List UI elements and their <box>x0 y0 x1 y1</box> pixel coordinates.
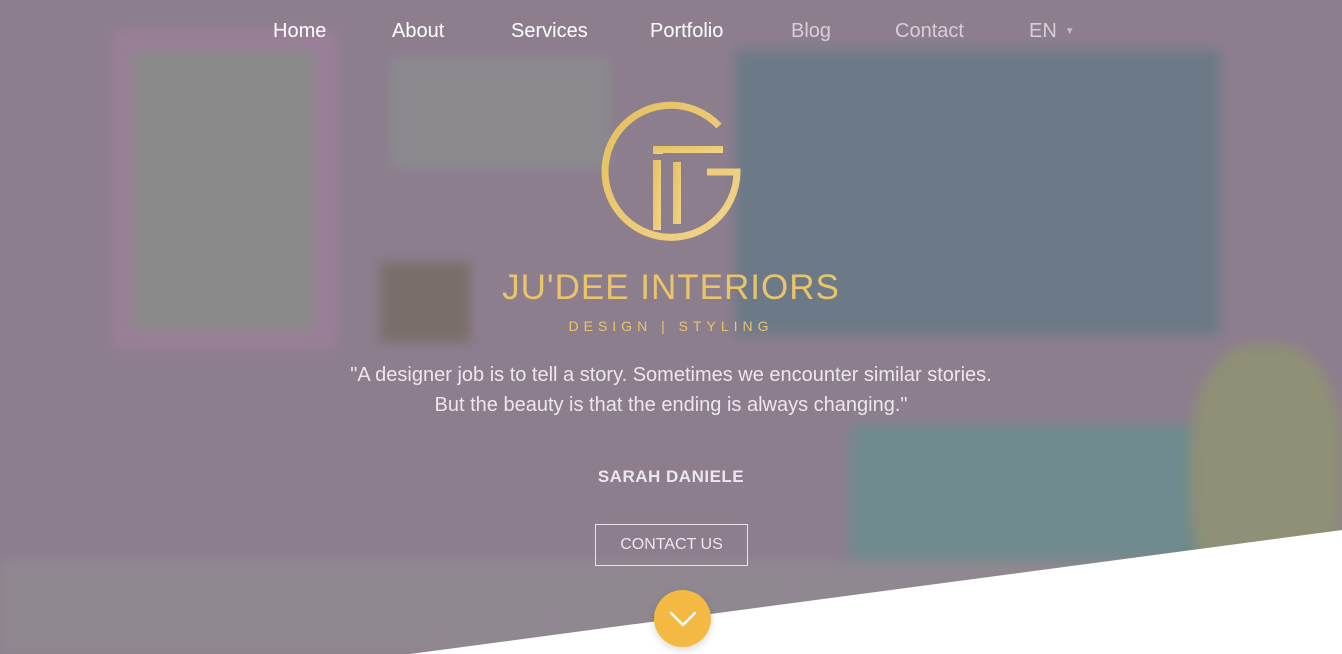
main-navigation: Home About Services Portfolio Blog Conta… <box>0 20 1342 50</box>
nav-home[interactable]: Home <box>273 20 326 43</box>
brand-tagline: DESIGN | STYLING <box>568 318 774 334</box>
chevron-down-icon <box>669 611 696 626</box>
quote-line-2: But the beauty is that the ending is alw… <box>434 394 908 416</box>
nav-blog[interactable]: Blog <box>791 20 831 43</box>
quote-line-1: "A designer job is to tell a story. Some… <box>350 364 992 386</box>
nav-services[interactable]: Services <box>511 20 588 43</box>
jd-monogram-logo <box>601 101 741 241</box>
contact-us-button[interactable]: CONTACT US <box>595 524 748 566</box>
caret-down-icon: ▼ <box>1064 26 1075 38</box>
scroll-down-button[interactable] <box>654 590 711 647</box>
language-selector[interactable]: EN ▼ <box>1029 20 1075 43</box>
nav-contact[interactable]: Contact <box>895 20 964 43</box>
hero-quote: "A designer job is to tell a story. Some… <box>340 360 1002 420</box>
hero-section: Home About Services Portfolio Blog Conta… <box>0 0 1342 654</box>
brand-name: JU'DEE INTERIORS <box>502 268 840 307</box>
nav-portfolio[interactable]: Portfolio <box>650 20 723 43</box>
language-label: EN <box>1029 20 1057 42</box>
nav-about[interactable]: About <box>392 20 444 43</box>
quote-author: SARAH DANIELE <box>597 467 745 486</box>
